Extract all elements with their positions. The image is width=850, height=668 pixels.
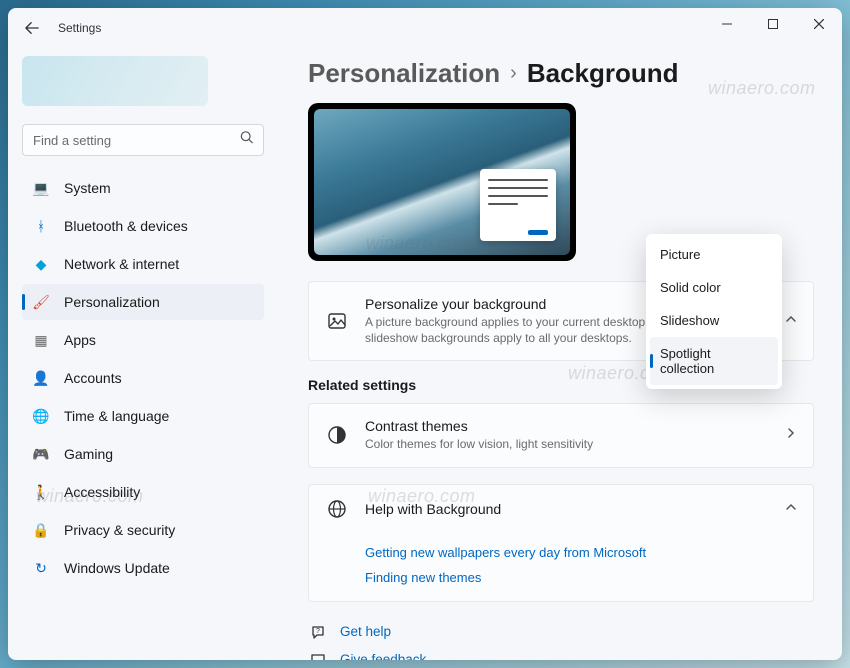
dropdown-option-slideshow[interactable]: Slideshow xyxy=(650,304,778,337)
search-icon xyxy=(240,131,254,150)
breadcrumb: Personalization › Background xyxy=(308,58,814,89)
window-controls xyxy=(704,8,842,40)
feedback-label: Give feedback xyxy=(340,652,426,660)
give-feedback-link[interactable]: Give feedback xyxy=(308,646,814,660)
sidebar-item-accounts[interactable]: 👤 Accounts xyxy=(22,360,264,396)
feedback-icon xyxy=(308,652,328,660)
background-type-dropdown[interactable]: PictureSolid colorSlideshowSpotlight col… xyxy=(646,234,782,389)
search-wrap xyxy=(22,124,264,156)
sidebar: 💻 System ᚼ Bluetooth & devices ◆ Network & in… xyxy=(8,48,278,660)
sidebar-item-time-language[interactable]: 🌐 Time & language xyxy=(22,398,264,434)
sidebar-item-privacy-security[interactable]: 🔒 Privacy & security xyxy=(22,512,264,548)
minimize-icon xyxy=(722,19,732,29)
maximize-button[interactable] xyxy=(750,8,796,40)
dropdown-option-solid-color[interactable]: Solid color xyxy=(650,271,778,304)
card-desc: Color themes for low vision, light sensi… xyxy=(365,436,769,452)
chevron-right-icon: › xyxy=(510,62,517,85)
sidebar-item-label: Time & language xyxy=(64,408,169,424)
sidebar-item-label: Privacy & security xyxy=(64,522,175,538)
sidebar-item-label: Accounts xyxy=(64,370,122,386)
contrast-themes-card[interactable]: Contrast themes Color themes for low vis… xyxy=(308,403,814,467)
dropdown-option-picture[interactable]: Picture xyxy=(650,238,778,271)
sidebar-item-label: Accessibility xyxy=(64,484,140,500)
close-button[interactable] xyxy=(796,8,842,40)
sidebar-item-personalization[interactable]: 🖌 Personalization xyxy=(22,284,264,320)
get-help-label: Get help xyxy=(340,624,391,639)
personalization-icon: 🖌 xyxy=(32,293,50,311)
breadcrumb-current: Background xyxy=(527,58,679,89)
sidebar-item-label: Personalization xyxy=(64,294,160,310)
help-with-background-card: Help with Background Getting new wallpap… xyxy=(308,484,814,602)
titlebar: Settings xyxy=(8,8,842,48)
preview-wallpaper xyxy=(314,109,570,255)
help-link-themes[interactable]: Finding new themes xyxy=(365,570,797,585)
image-icon xyxy=(325,311,349,331)
sidebar-item-label: Network & internet xyxy=(64,256,179,272)
accessibility-icon: 🚶 xyxy=(32,483,50,501)
sidebar-item-label: Gaming xyxy=(64,446,113,462)
privacy-security-icon: 🔒 xyxy=(32,521,50,539)
arrow-left-icon xyxy=(25,21,39,35)
sidebar-item-label: System xyxy=(64,180,111,196)
desktop-preview xyxy=(308,103,576,261)
sidebar-item-label: Windows Update xyxy=(64,560,170,576)
nav-list: 💻 System ᚼ Bluetooth & devices ◆ Network & in… xyxy=(22,170,264,586)
sidebar-item-system[interactable]: 💻 System xyxy=(22,170,264,206)
main-content: Personalization › Background Personalize… xyxy=(278,48,842,660)
svg-text:?: ? xyxy=(316,628,320,635)
preview-sample-window xyxy=(480,169,556,241)
chevron-right-icon xyxy=(785,426,797,444)
chevron-up-icon xyxy=(785,312,797,330)
bluetooth-devices-icon: ᚼ xyxy=(32,217,50,235)
dropdown-option-spotlight-collection[interactable]: Spotlight collection xyxy=(650,337,778,385)
globe-icon xyxy=(325,499,349,519)
app-title: Settings xyxy=(58,21,101,35)
card-title: Contrast themes xyxy=(365,418,769,434)
help-links: Getting new wallpapers every day from Mi… xyxy=(325,535,797,585)
sidebar-item-label: Apps xyxy=(64,332,96,348)
breadcrumb-parent[interactable]: Personalization xyxy=(308,58,500,89)
system-icon: 💻 xyxy=(32,179,50,197)
network-internet-icon: ◆ xyxy=(32,255,50,273)
account-card[interactable] xyxy=(22,56,208,106)
contrast-icon xyxy=(325,425,349,445)
sidebar-item-accessibility[interactable]: 🚶 Accessibility xyxy=(22,474,264,510)
gaming-icon: 🎮 xyxy=(32,445,50,463)
help-icon: ? xyxy=(308,624,328,640)
search-input[interactable] xyxy=(22,124,264,156)
footer-links: ? Get help Give feedback xyxy=(308,618,814,660)
chevron-up-icon[interactable] xyxy=(785,500,797,518)
sidebar-item-bluetooth-devices[interactable]: ᚼ Bluetooth & devices xyxy=(22,208,264,244)
sidebar-item-windows-update[interactable]: ↻ Windows Update xyxy=(22,550,264,586)
windows-update-icon: ↻ xyxy=(32,559,50,577)
minimize-button[interactable] xyxy=(704,8,750,40)
sidebar-item-network-internet[interactable]: ◆ Network & internet xyxy=(22,246,264,282)
time-language-icon: 🌐 xyxy=(32,407,50,425)
sidebar-item-gaming[interactable]: 🎮 Gaming xyxy=(22,436,264,472)
get-help-link[interactable]: ? Get help xyxy=(308,618,814,646)
apps-icon: ▦ xyxy=(32,331,50,349)
accounts-icon: 👤 xyxy=(32,369,50,387)
back-button[interactable] xyxy=(16,12,48,44)
settings-window: winaero.com winaero.com winaero.com wina… xyxy=(8,8,842,660)
maximize-icon xyxy=(768,19,778,29)
sidebar-item-label: Bluetooth & devices xyxy=(64,218,188,234)
card-title: Help with Background xyxy=(365,501,769,517)
help-link-wallpapers[interactable]: Getting new wallpapers every day from Mi… xyxy=(365,545,797,560)
close-icon xyxy=(814,19,824,29)
sidebar-item-apps[interactable]: ▦ Apps xyxy=(22,322,264,358)
